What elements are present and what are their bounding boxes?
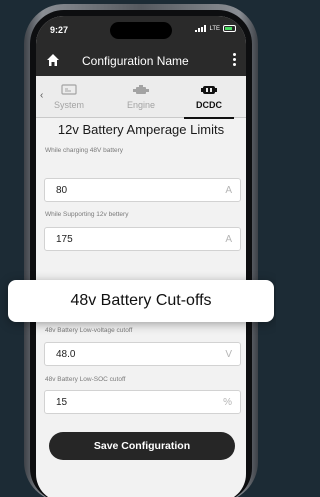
engine-icon — [133, 85, 149, 94]
phone-screen: 9:27 LTE Configuration Name ‹ System Eng… — [36, 16, 246, 497]
low-soc-cutoff-value: 15 — [56, 397, 68, 408]
dcdc-converter-icon — [201, 86, 217, 94]
dynamic-island — [110, 22, 172, 39]
network-label: LTE — [209, 25, 220, 32]
monitor-icon — [61, 84, 77, 95]
low-soc-cutoff-input[interactable]: 15 % — [44, 390, 241, 414]
charging-limit-label: While charging 48V battery — [45, 147, 124, 154]
tab-engine-label: Engine — [126, 100, 156, 110]
support-limit-input[interactable]: 175 A — [44, 227, 241, 251]
app-bar: Configuration Name — [36, 46, 246, 76]
status-time: 9:27 — [50, 25, 69, 35]
support-limit-unit: A — [225, 234, 232, 245]
low-voltage-cutoff-unit: V — [225, 349, 232, 360]
page-title: Configuration Name — [82, 54, 189, 68]
tab-engine[interactable]: Engine — [108, 76, 174, 118]
charging-limit-input[interactable]: 80 A — [44, 178, 241, 202]
tab-system-label: System — [53, 100, 84, 110]
tab-dcdc-label: DCDC — [196, 100, 222, 110]
battery-icon — [223, 25, 236, 32]
signal-icon — [195, 25, 207, 32]
cutoffs-section-title: 48v Battery Cut-offs — [8, 280, 274, 322]
more-options-icon[interactable] — [233, 53, 237, 67]
support-limit-value: 175 — [56, 234, 73, 245]
low-soc-cutoff-unit: % — [223, 397, 232, 408]
status-indicators: LTE — [195, 25, 236, 32]
low-voltage-cutoff-label: 48v Battery Low-voltage cutoff — [45, 327, 133, 334]
amperage-section-title: 12v Battery Amperage Limits — [57, 122, 225, 137]
stage: 9:27 LTE Configuration Name ‹ System Eng… — [0, 0, 276, 497]
support-limit-label: While Supporting 12v bettery — [45, 211, 129, 218]
save-configuration-button[interactable]: Save Configuration — [49, 432, 235, 460]
charging-limit-unit: A — [225, 185, 232, 196]
tab-system[interactable]: System — [36, 76, 102, 118]
tab-bar: ‹ System Engine DCDC — [36, 76, 246, 119]
low-voltage-cutoff-value: 48.0 — [56, 349, 76, 360]
tab-dcdc[interactable]: DCDC — [176, 76, 242, 119]
low-voltage-cutoff-input[interactable]: 48.0 V — [44, 342, 241, 366]
low-soc-cutoff-label: 48v Battery Low-SOC cutoff — [45, 376, 126, 383]
home-icon[interactable] — [46, 53, 60, 67]
status-bar: 9:27 LTE — [36, 16, 246, 46]
charging-limit-value: 80 — [56, 185, 68, 196]
